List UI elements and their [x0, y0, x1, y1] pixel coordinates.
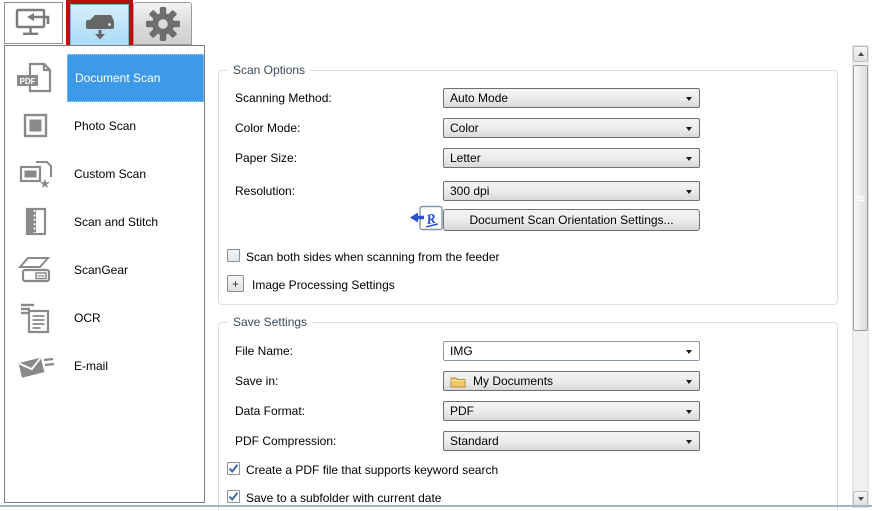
chevron-down-icon	[686, 127, 692, 131]
stitch-pages-icon	[5, 198, 67, 246]
duplex-checkbox[interactable]	[227, 249, 240, 262]
monitor-arrow-icon	[15, 8, 49, 35]
tab-general-settings[interactable]	[133, 2, 192, 45]
chevron-down-icon	[686, 190, 692, 194]
image-processing-label: Image Processing Settings	[252, 278, 395, 292]
custom-scan-star-icon: ★	[5, 150, 67, 198]
file-name-combobox[interactable]: IMG	[443, 341, 700, 361]
save-in-label: Save in:	[235, 374, 279, 388]
subfolder-date-checkbox[interactable]	[227, 490, 240, 503]
window-bottom-border	[0, 505, 872, 507]
subfolder-date-checkbox-label[interactable]: Save to a subfolder with current date	[246, 491, 441, 505]
sidebar-item-label: Document Scan	[67, 54, 204, 102]
paper-size-dropdown[interactable]: Letter	[443, 148, 700, 168]
dropdown-value: My Documents	[473, 374, 554, 388]
color-mode-label: Color Mode:	[235, 121, 301, 135]
sidebar-item-label: E-mail	[74, 359, 109, 373]
svg-text:PDF: PDF	[20, 77, 36, 86]
scrollbar-grip	[856, 195, 865, 202]
pdf-compression-dropdown[interactable]: Standard	[443, 431, 700, 451]
check-icon	[228, 492, 239, 502]
check-icon	[228, 464, 239, 474]
sidebar-item-photo-scan[interactable]: Photo Scan	[5, 102, 204, 150]
sidebar-item-label: Custom Scan	[74, 167, 147, 181]
tab-scanner-settings[interactable]	[70, 4, 129, 47]
data-format-dropdown[interactable]: PDF	[443, 401, 700, 421]
folder-icon	[450, 375, 466, 388]
chevron-down-icon	[686, 157, 692, 161]
sidebar-item-custom-scan[interactable]: ★ Custom Scan	[5, 150, 204, 198]
dropdown-value: PDF	[450, 404, 474, 418]
group-title: Save Settings	[228, 315, 313, 329]
orientation-settings-button[interactable]: Document Scan Orientation Settings...	[443, 209, 700, 231]
group-title: Scan Options	[228, 63, 311, 77]
sidebar-item-label: OCR	[74, 311, 101, 325]
scroll-up-button[interactable]	[853, 46, 868, 62]
pdf-compression-label: PDF Compression:	[235, 434, 337, 448]
scan-mode-sidebar: PDF Document Scan Photo Scan ★ Custom Sc…	[4, 45, 205, 503]
chevron-down-icon	[686, 97, 692, 101]
sidebar-item-document-scan[interactable]: PDF Document Scan	[5, 54, 204, 102]
scanning-method-dropdown[interactable]: Auto Mode	[443, 88, 700, 108]
dropdown-value: 300 dpi	[450, 184, 490, 198]
pdf-document-icon: PDF	[5, 54, 67, 102]
annotation-red-box	[66, 0, 133, 51]
paper-size-label: Paper Size:	[235, 151, 298, 165]
keyword-search-checkbox[interactable]	[227, 462, 240, 475]
chevron-down-icon	[686, 440, 692, 444]
color-mode-dropdown[interactable]: Color	[443, 118, 700, 138]
chevron-down-icon	[686, 350, 692, 354]
scanner-download-icon	[85, 14, 114, 39]
chevron-down-icon	[686, 410, 692, 414]
sidebar-item-scan-and-stitch[interactable]: Scan and Stitch	[5, 198, 204, 246]
scanning-method-label: Scanning Method:	[235, 91, 332, 105]
photo-icon	[5, 102, 67, 150]
dropdown-value: Letter	[450, 151, 481, 165]
sidebar-item-ocr[interactable]: OCR	[5, 294, 204, 342]
gear-icon	[145, 6, 180, 41]
duplex-checkbox-label[interactable]: Scan both sides when scanning from the f…	[246, 250, 500, 264]
triangle-up-icon	[857, 52, 864, 56]
dropdown-value: Auto Mode	[450, 91, 509, 105]
svg-text:★: ★	[39, 177, 51, 191]
sidebar-item-scangear[interactable]: ScanGear	[5, 246, 204, 294]
flatbed-scanner-icon	[5, 246, 67, 294]
save-in-dropdown[interactable]: My Documents	[443, 371, 700, 391]
sidebar-item-email[interactable]: E-mail	[5, 342, 204, 390]
data-format-label: Data Format:	[235, 404, 306, 418]
keyword-search-checkbox-label[interactable]: Create a PDF file that supports keyword …	[246, 463, 498, 477]
scrollbar-thumb[interactable]	[853, 65, 868, 331]
sidebar-item-label: ScanGear	[74, 263, 129, 277]
tab-scan-to-pc[interactable]	[4, 2, 63, 44]
rotate-r-arrow-icon[interactable]: R	[409, 205, 444, 232]
dropdown-value: Color	[450, 121, 479, 135]
sidebar-item-label: Scan and Stitch	[74, 215, 159, 229]
file-name-label: File Name:	[235, 344, 294, 358]
ocr-text-icon	[5, 294, 67, 342]
triangle-down-icon	[857, 497, 864, 501]
plus-icon: +	[231, 276, 239, 291]
dropdown-value: Standard	[450, 434, 499, 448]
vertical-scrollbar[interactable]	[852, 45, 869, 508]
resolution-label: Resolution:	[235, 184, 296, 198]
image-processing-expander-button[interactable]: +	[227, 275, 244, 292]
combobox-value: IMG	[450, 344, 473, 358]
chevron-down-icon	[686, 380, 692, 384]
email-envelope-icon	[5, 342, 67, 390]
settings-dialog: PDF Document Scan Photo Scan ★ Custom Sc…	[0, 0, 872, 511]
resolution-dropdown[interactable]: 300 dpi	[443, 181, 700, 201]
sidebar-item-label: Photo Scan	[74, 119, 137, 133]
